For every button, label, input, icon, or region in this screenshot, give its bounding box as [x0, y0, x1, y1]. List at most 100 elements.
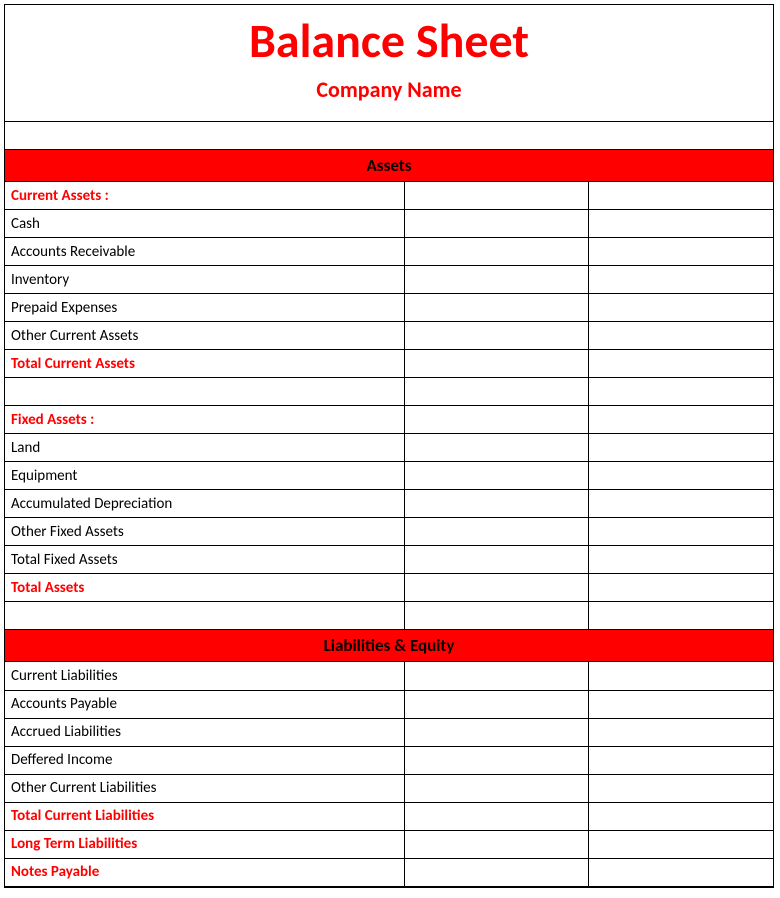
row-label: Inventory: [5, 266, 404, 294]
value-cell-b[interactable]: [589, 690, 773, 718]
row-label: Current Liabilities: [5, 662, 404, 690]
row-label: Other Current Assets: [5, 322, 404, 350]
liabilities-table: Current LiabilitiesAccounts PayableAccru…: [5, 662, 773, 887]
table-row: Accounts Payable: [5, 690, 773, 718]
value-cell-a[interactable]: [404, 690, 588, 718]
value-cell-b[interactable]: [589, 746, 773, 774]
section-header-liabilities: Liabilities & Equity: [5, 630, 773, 662]
row-label: Equipment: [5, 462, 404, 490]
title-block: Balance Sheet Company Name: [5, 5, 773, 122]
value-cell-a[interactable]: [404, 210, 588, 238]
value-cell-b[interactable]: [589, 378, 773, 406]
table-row: Current Assets :: [5, 182, 773, 210]
value-cell-b[interactable]: [589, 350, 773, 378]
row-label: Notes Payable: [5, 858, 404, 886]
value-cell-b[interactable]: [589, 774, 773, 802]
value-cell-b[interactable]: [589, 294, 773, 322]
row-label: Other Current Liabilities: [5, 774, 404, 802]
value-cell-a[interactable]: [404, 518, 588, 546]
table-row: Accrued Liabilities: [5, 718, 773, 746]
row-label: Long Term Liabilities: [5, 830, 404, 858]
row-label: Deffered Income: [5, 746, 404, 774]
value-cell-a[interactable]: [404, 858, 588, 886]
row-label: Prepaid Expenses: [5, 294, 404, 322]
value-cell-a[interactable]: [404, 662, 588, 690]
table-row: Accounts Receivable: [5, 238, 773, 266]
value-cell-a[interactable]: [404, 602, 588, 630]
table-row: Equipment: [5, 462, 773, 490]
table-row: Long Term Liabilities: [5, 830, 773, 858]
value-cell-a[interactable]: [404, 378, 588, 406]
value-cell-b[interactable]: [589, 546, 773, 574]
value-cell-a[interactable]: [404, 238, 588, 266]
table-row: Prepaid Expenses: [5, 294, 773, 322]
value-cell-b[interactable]: [589, 210, 773, 238]
row-label: Accrued Liabilities: [5, 718, 404, 746]
value-cell-a[interactable]: [404, 718, 588, 746]
value-cell-b[interactable]: [589, 434, 773, 462]
value-cell-b[interactable]: [589, 462, 773, 490]
document-title: Balance Sheet: [5, 15, 773, 68]
value-cell-b[interactable]: [589, 322, 773, 350]
row-label: Total Current Assets: [5, 350, 404, 378]
value-cell-b[interactable]: [589, 182, 773, 210]
value-cell-a[interactable]: [404, 266, 588, 294]
value-cell-a[interactable]: [404, 434, 588, 462]
row-label: Total Fixed Assets: [5, 546, 404, 574]
value-cell-b[interactable]: [589, 266, 773, 294]
value-cell-b[interactable]: [589, 518, 773, 546]
value-cell-a[interactable]: [404, 574, 588, 602]
table-row: Other Current Assets: [5, 322, 773, 350]
value-cell-a[interactable]: [404, 350, 588, 378]
value-cell-b[interactable]: [589, 858, 773, 886]
value-cell-a[interactable]: [404, 406, 588, 434]
company-name: Company Name: [5, 76, 773, 103]
row-label: [5, 602, 404, 630]
value-cell-a[interactable]: [404, 830, 588, 858]
value-cell-a[interactable]: [404, 802, 588, 830]
value-cell-a[interactable]: [404, 546, 588, 574]
table-row: Inventory: [5, 266, 773, 294]
row-label: Current Assets :: [5, 182, 404, 210]
value-cell-b[interactable]: [589, 662, 773, 690]
table-row: Accumulated Depreciation: [5, 490, 773, 518]
value-cell-b[interactable]: [589, 490, 773, 518]
table-row: Cash: [5, 210, 773, 238]
value-cell-b[interactable]: [589, 406, 773, 434]
table-row: [5, 602, 773, 630]
row-label: [5, 378, 404, 406]
value-cell-b[interactable]: [589, 802, 773, 830]
value-cell-a[interactable]: [404, 182, 588, 210]
table-row: [5, 378, 773, 406]
table-row: Deffered Income: [5, 746, 773, 774]
value-cell-b[interactable]: [589, 574, 773, 602]
row-label: Land: [5, 434, 404, 462]
row-label: Fixed Assets :: [5, 406, 404, 434]
table-row: Total Current Liabilities: [5, 802, 773, 830]
value-cell-a[interactable]: [404, 774, 588, 802]
row-label: Total Assets: [5, 574, 404, 602]
row-label: Accumulated Depreciation: [5, 490, 404, 518]
table-row: Notes Payable: [5, 858, 773, 886]
table-row: Other Current Liabilities: [5, 774, 773, 802]
row-label: Cash: [5, 210, 404, 238]
value-cell-a[interactable]: [404, 322, 588, 350]
assets-table: Current Assets :CashAccounts ReceivableI…: [5, 182, 773, 631]
table-row: Total Current Assets: [5, 350, 773, 378]
row-label: Accounts Payable: [5, 690, 404, 718]
value-cell-a[interactable]: [404, 490, 588, 518]
value-cell-a[interactable]: [404, 462, 588, 490]
table-row: Current Liabilities: [5, 662, 773, 690]
value-cell-a[interactable]: [404, 294, 588, 322]
table-row: Fixed Assets :: [5, 406, 773, 434]
section-header-assets: Assets: [5, 150, 773, 182]
balance-sheet: Balance Sheet Company Name Assets Curren…: [4, 4, 774, 888]
value-cell-a[interactable]: [404, 746, 588, 774]
value-cell-b[interactable]: [589, 602, 773, 630]
value-cell-b[interactable]: [589, 830, 773, 858]
row-label: Total Current Liabilities: [5, 802, 404, 830]
value-cell-b[interactable]: [589, 238, 773, 266]
value-cell-b[interactable]: [589, 718, 773, 746]
row-label: Other Fixed Assets: [5, 518, 404, 546]
table-row: Total Fixed Assets: [5, 546, 773, 574]
